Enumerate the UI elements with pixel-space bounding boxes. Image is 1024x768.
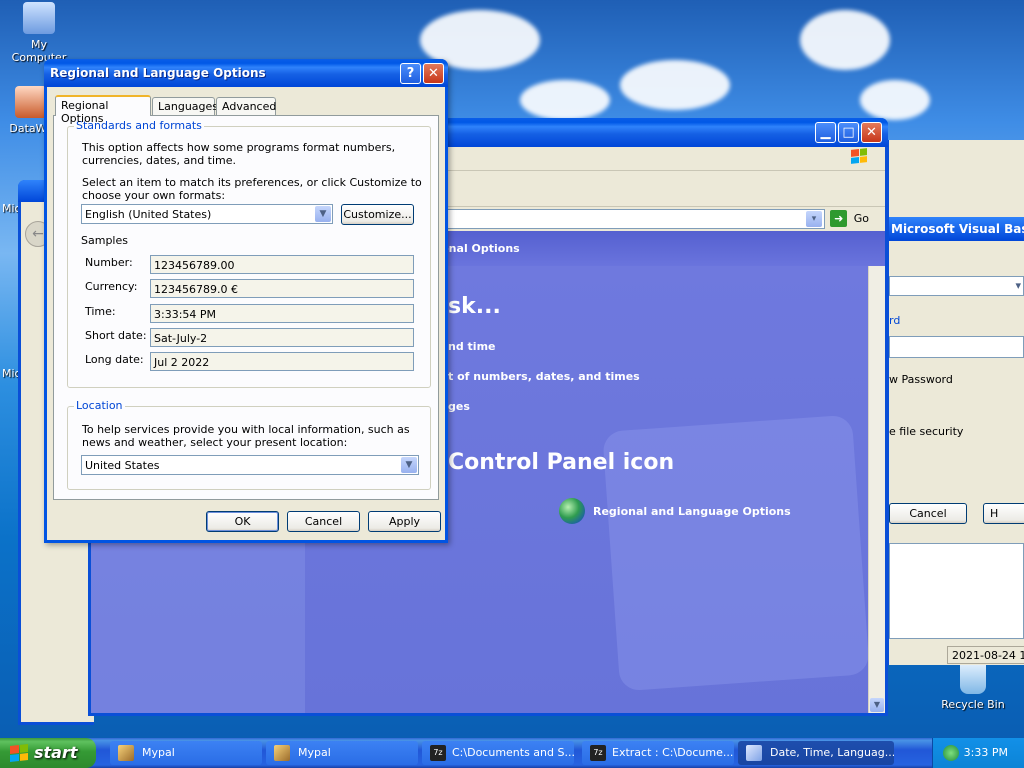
taskbar-item-documents[interactable]: 7z C:\Documents and S... bbox=[422, 741, 574, 765]
shortcut-icon bbox=[15, 86, 47, 118]
tab-regional-options[interactable]: Regional Options bbox=[55, 95, 151, 125]
standards-description: This option affects how some programs fo… bbox=[82, 141, 396, 167]
vb-text-area[interactable] bbox=[889, 543, 1024, 639]
chevron-down-icon: ▾ bbox=[1015, 279, 1021, 292]
dialog-title: Regional and Language Options bbox=[50, 66, 266, 80]
dialog-titlebar: Regional and Language Options ? ✕ bbox=[44, 59, 448, 87]
long-date-label: Long date: bbox=[85, 353, 144, 366]
standards-formats-group: Standards and formats This option affect… bbox=[67, 119, 431, 388]
desktop-icon-recycle-bin[interactable]: Recycle Bin bbox=[936, 662, 1010, 711]
taskbar-item-extract[interactable]: 7z Extract : C:\Docume... bbox=[582, 741, 734, 765]
tab-languages[interactable]: Languages bbox=[152, 97, 218, 115]
taskbar: start Mypal Mypal 7z C:\Documents and S.… bbox=[0, 738, 1024, 768]
taskbar-item-mypal-1[interactable]: Mypal bbox=[110, 741, 262, 765]
location-group: Location To help services provide you wi… bbox=[67, 399, 431, 490]
vb-cancel-button[interactable]: Cancel bbox=[889, 503, 967, 524]
cloud bbox=[520, 80, 610, 120]
go-arrow-icon: ➜ bbox=[830, 210, 848, 227]
chevron-down-icon: ▼ bbox=[315, 206, 331, 222]
cancel-button[interactable]: Cancel bbox=[287, 511, 360, 532]
scrollbar[interactable]: ▼ bbox=[868, 266, 885, 713]
regional-language-dialog: Regional and Language Options ? ✕ Region… bbox=[44, 59, 448, 543]
mypal-icon bbox=[274, 745, 290, 761]
desktop-icon-my-computer[interactable]: My Computer bbox=[2, 2, 76, 64]
network-icon[interactable] bbox=[943, 745, 959, 761]
cloud bbox=[620, 60, 730, 110]
start-button[interactable]: start bbox=[0, 738, 96, 768]
visual-basic-window: Microsoft Visual Basic ▾ rd w Password e… bbox=[886, 140, 1024, 665]
pick-task-heading: sk... bbox=[448, 294, 501, 319]
minimize-button[interactable]: ▁ bbox=[815, 122, 836, 143]
cloud bbox=[860, 80, 930, 120]
currency-sample: 123456789.0 € bbox=[150, 279, 414, 298]
location-select[interactable]: United States ▼ bbox=[81, 455, 419, 475]
time-sample: 3:33:54 PM bbox=[150, 304, 414, 323]
apply-button[interactable]: Apply bbox=[368, 511, 441, 532]
maximize-button[interactable]: □ bbox=[838, 122, 859, 143]
samples-label: Samples bbox=[81, 234, 128, 247]
cloud bbox=[800, 10, 890, 70]
windows-flag-icon bbox=[10, 744, 28, 762]
close-button[interactable]: ✕ bbox=[861, 122, 882, 143]
long-date-sample: Jul 2 2022 bbox=[150, 352, 414, 371]
task-link-date-time[interactable]: nd time bbox=[448, 340, 496, 353]
scroll-down-icon[interactable]: ▼ bbox=[870, 698, 884, 712]
chevron-down-icon: ▾ bbox=[806, 211, 822, 227]
task-link-formats[interactable]: t of numbers, dates, and times bbox=[448, 370, 640, 383]
system-tray: 3:33 PM bbox=[932, 738, 1024, 768]
pick-icon-heading: Control Panel icon bbox=[448, 450, 675, 475]
7zip-icon: 7z bbox=[590, 745, 606, 761]
control-panel-icon bbox=[746, 745, 762, 761]
vb-item-password[interactable]: w Password bbox=[889, 373, 953, 386]
time-label: Time: bbox=[85, 305, 116, 318]
currency-label: Currency: bbox=[85, 280, 138, 293]
go-button[interactable]: ➜ Go bbox=[830, 210, 869, 228]
vb-status-timestamp: 2021-08-24 18: bbox=[947, 646, 1024, 664]
select-description: Select an item to match its preferences,… bbox=[82, 176, 422, 202]
help-button[interactable]: ? bbox=[400, 63, 421, 84]
close-button[interactable]: ✕ bbox=[423, 63, 444, 84]
task-link-languages[interactable]: ges bbox=[448, 400, 470, 413]
taskbar-item-date-time-language[interactable]: Date, Time, Languag... bbox=[738, 741, 894, 765]
7zip-icon: 7z bbox=[430, 745, 446, 761]
regional-options-panel: Standards and formats This option affect… bbox=[53, 115, 439, 500]
vb-titlebar: Microsoft Visual Basic bbox=[889, 217, 1024, 241]
clock[interactable]: 3:33 PM bbox=[964, 746, 1008, 759]
tab-advanced[interactable]: Advanced bbox=[216, 97, 276, 115]
vb-combo[interactable]: ▾ bbox=[889, 276, 1024, 296]
windows-logo-icon bbox=[851, 148, 873, 167]
vb-link[interactable]: rd bbox=[889, 314, 900, 327]
customize-button[interactable]: Customize... bbox=[341, 204, 414, 225]
short-date-sample: Sat-July-2 bbox=[150, 328, 414, 347]
ok-button[interactable]: OK bbox=[206, 511, 279, 532]
mypal-icon bbox=[118, 745, 134, 761]
taskbar-item-mypal-2[interactable]: Mypal bbox=[266, 741, 418, 765]
location-description: To help services provide you with local … bbox=[82, 423, 410, 449]
format-select[interactable]: English (United States) ▼ bbox=[81, 204, 333, 224]
computer-icon bbox=[23, 2, 55, 34]
number-label: Number: bbox=[85, 256, 133, 269]
number-sample: 123456789.00 bbox=[150, 255, 414, 274]
vb-input[interactable] bbox=[889, 336, 1024, 358]
globe-icon bbox=[559, 498, 585, 524]
location-legend: Location bbox=[74, 399, 125, 412]
short-date-label: Short date: bbox=[85, 329, 147, 342]
chevron-down-icon: ▼ bbox=[401, 457, 417, 473]
vb-item-file-security[interactable]: e file security bbox=[889, 425, 963, 438]
recycle-bin-icon bbox=[960, 662, 986, 694]
vb-help-button[interactable]: H bbox=[983, 503, 1024, 524]
